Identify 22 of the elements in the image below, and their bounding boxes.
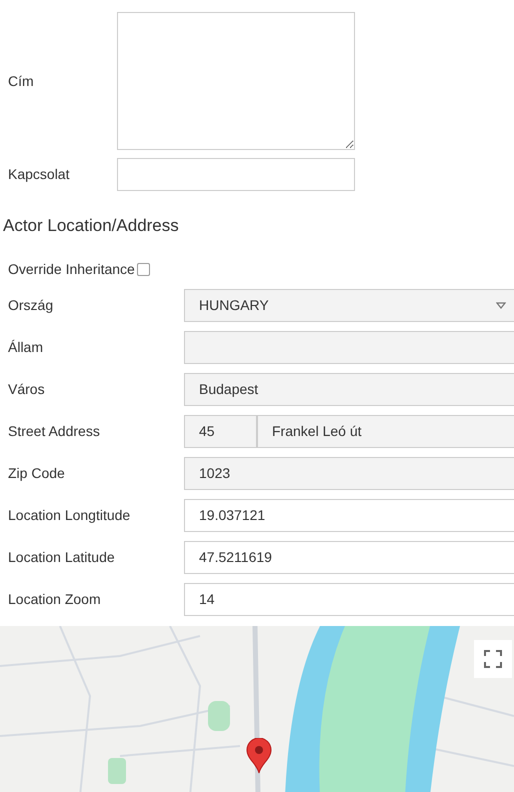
fullscreen-button[interactable] [474,640,512,678]
fullscreen-icon [484,650,502,668]
field-label: Állam [7,338,44,356]
field-label: Város [7,380,46,398]
field-label: Zip Code [7,464,66,483]
text-input[interactable]: 14 [184,582,514,616]
field-label: Street Address [7,422,101,440]
contact-input[interactable] [117,158,355,191]
text-input[interactable]: 47.5211619 [184,540,514,574]
field-label: Location Latitude [7,548,116,566]
text-input[interactable]: 19.037121 [184,498,514,532]
section-title: Actor Location/Address [3,215,180,237]
field-label: Location Zoom [7,590,102,608]
map-pin-icon[interactable] [246,738,272,774]
override-checkbox[interactable] [136,263,150,276]
field-label: Kapcsolat [7,165,70,184]
caret-icon [496,302,506,308]
address-textarea[interactable] [117,12,355,150]
field-label: Ország [7,296,54,315]
checkbox-label: Override Inheritance [8,260,135,279]
field-label: Location Longtitude [7,506,132,525]
field-label: Cím [7,72,35,90]
